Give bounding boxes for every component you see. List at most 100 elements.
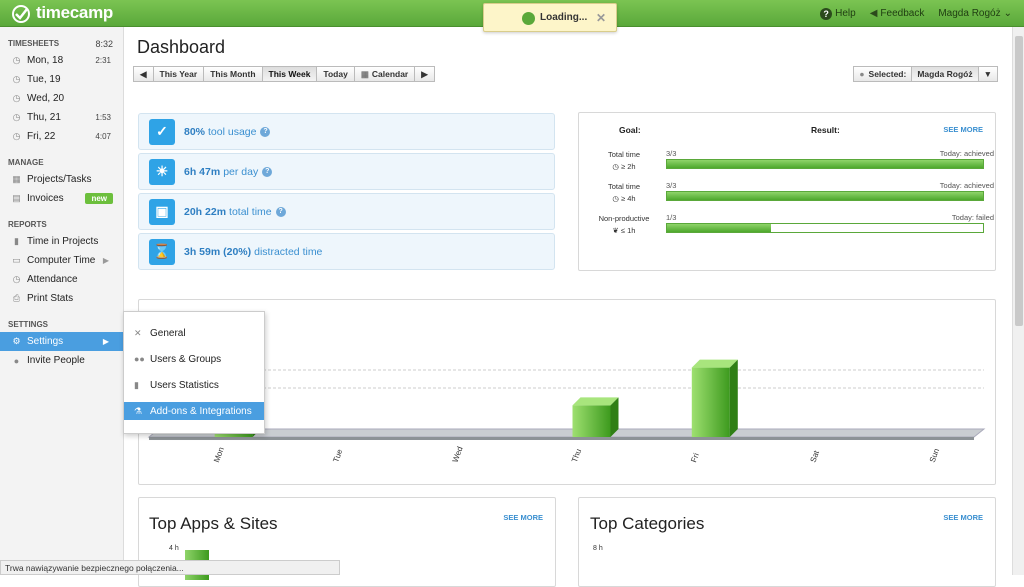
page-title: Dashboard [137,37,226,57]
goals-see-more-link[interactable]: SEE MORE [943,125,983,134]
sidebar-item-computer-time[interactable]: ▭ Computer Time ▶ [0,251,123,270]
monitor-icon: ▭ [12,255,21,265]
sidebar-item-attendance[interactable]: ◷ Attendance [0,270,123,289]
app-logo[interactable]: timecamp [10,3,113,23]
stat-label: per day [223,165,259,178]
new-badge: new [85,193,113,204]
feedback-link[interactable]: ◀ Feedback [870,8,925,19]
top-apps-see-more-link[interactable]: SEE MORE [503,513,543,522]
goal-row: Non-productive ❦ ≤ 1h 1/3 Today: failed [589,213,994,245]
chart-bar-top-thu [572,397,619,406]
goal-target: ≥ 4h [621,194,636,203]
chevron-down-icon: ▼ [983,69,992,79]
selected-user-button[interactable]: Magda Rogóż [911,66,979,82]
this-week-button[interactable]: This Week [261,66,318,82]
feedback-label: Feedback [880,8,925,19]
stat-distracted-time: ⌛ 3h 59m (20%) distracted time [138,233,555,270]
top-categories-title: Top Categories [590,514,705,533]
scrollbar-thumb[interactable] [1015,36,1023,326]
day-label: Wed, 20 [27,93,65,104]
sidebar-item-mon[interactable]: ◷ Mon, 18 2:31 [0,51,123,70]
goal-progress-fill [667,224,772,232]
stat-label: total time [229,205,272,218]
this-month-button[interactable]: This Month [203,66,263,82]
help-icon[interactable]: ? [262,166,273,177]
day-label: Mon, 18 [27,55,64,66]
sidebar-item-thu[interactable]: ◷ Thu, 21 1:53 [0,108,123,127]
x-tick-label: Mon [212,446,226,464]
menu-item-users-statistics[interactable]: ▮ Users Statistics [124,372,264,398]
goal-status: Today: failed [951,213,994,222]
close-icon[interactable]: ✕ [596,11,606,25]
clock-icon: ◷ [12,55,21,65]
loading-spinner-icon [522,12,535,25]
checkmark-icon: ✓ [149,118,175,145]
goal-progress-bar [666,159,984,169]
settings-submenu: ✕ General ●● Users & Groups ▮ Users Statist… [123,311,265,434]
sidebar-item-invoices[interactable]: ▤ Invoices new [0,189,123,208]
menu-item-addons[interactable]: ⚗ Add-ons & Integrations [124,402,264,420]
sidebar-item-wed[interactable]: ◷ Wed, 20 [0,89,123,108]
main-content: Dashboard ◀ This Year This Month This We… [124,27,1012,587]
sidebar-item-tue[interactable]: ◷ Tue, 19 [0,70,123,89]
result-header: Result: [811,125,840,135]
help-link[interactable]: ? Help [820,7,856,20]
help-icon: ? [820,7,833,20]
sidebar-item-print-stats[interactable]: ⎙ Print Stats [0,289,123,308]
menu-item-general[interactable]: ✕ General [124,320,264,346]
menu-label: General [150,327,186,339]
reports-section: REPORTS [0,208,123,232]
next-button[interactable]: ▶ [414,66,435,82]
stat-value: 3h 59m (20%) [184,245,252,258]
axis-tick: 8 h [593,545,603,552]
day-value: 1:53 [95,113,111,122]
user-menu[interactable]: Magda Rogóż ⌄ [938,8,1012,19]
settings-section: SETTINGS [0,308,123,332]
stat-per-day: ☀ 6h 47m per day? [138,153,555,190]
timesheets-section: TIMESHEETS 8:32 [0,27,123,51]
chevron-right-icon: ▶ [102,337,109,346]
help-icon[interactable]: ? [260,126,271,137]
today-button[interactable]: Today [316,66,355,82]
sidebar-item-projects[interactable]: ▦ Projects/Tasks [0,170,123,189]
day-label: Tue, 19 [27,74,61,85]
user-dropdown-button[interactable]: ▼ [977,66,998,82]
sidebar-item-settings[interactable]: ⚙ Settings ▶ [0,332,123,351]
calendar-button[interactable]: ▦ Calendar [353,66,416,82]
goal-target: ≥ 2h [621,162,636,171]
sidebar: TIMESHEETS 8:32 ◷ Mon, 18 2:31 ◷ Tue, 19 ◷ We… [0,27,124,575]
timecamp-logo-icon [12,5,30,23]
goal-progress-bar [666,223,984,233]
menu-item-users-groups[interactable]: ●● Users & Groups [124,346,264,372]
goal-fraction: 3/3 [666,149,677,158]
this-year-button[interactable]: This Year [152,66,205,82]
calendar-icon: ▦ [360,68,369,79]
clock-icon: ◷ [612,162,619,171]
bar-chart-icon: ▮ [134,379,139,390]
scrollbar[interactable] [1012,27,1024,575]
weekly-chart-panel: Mon Tue Wed Thu Fri Sat Sun [138,299,996,485]
clock-icon: ◷ [12,274,21,284]
goal-name: Non-productive [598,214,650,223]
stat-value: 80% [184,125,206,138]
prev-button[interactable]: ◀ [133,66,154,82]
sidebar-item-invite-people[interactable]: ● Invite People [0,351,123,370]
day-label: Fri, 22 [27,131,56,142]
selected-label: ● Selected: [853,66,913,82]
timesheets-total: 8:32 [95,39,113,49]
help-icon[interactable]: ? [275,206,286,217]
bar-chart-icon: ▮ [14,236,19,246]
weekly-chart: Mon Tue Wed Thu Fri Sat Sun [147,359,986,464]
sidebar-item-time-in-projects[interactable]: ▮ Time in Projects [0,232,123,251]
app-name: timecamp [36,3,113,22]
user-icon: ● [859,69,865,79]
x-tick-label: Sat [808,449,821,464]
chart-floor [147,428,986,438]
x-tick-label: Thu [570,448,583,464]
arrow-left-icon: ◀ [140,68,147,79]
menu-label: Users Statistics [150,379,219,391]
clock-icon: ◷ [12,93,21,103]
top-categories-see-more-link[interactable]: SEE MORE [943,513,983,522]
sidebar-item-fri[interactable]: ◷ Fri, 22 4:07 [0,127,123,146]
goal-name: Total time [607,150,641,159]
